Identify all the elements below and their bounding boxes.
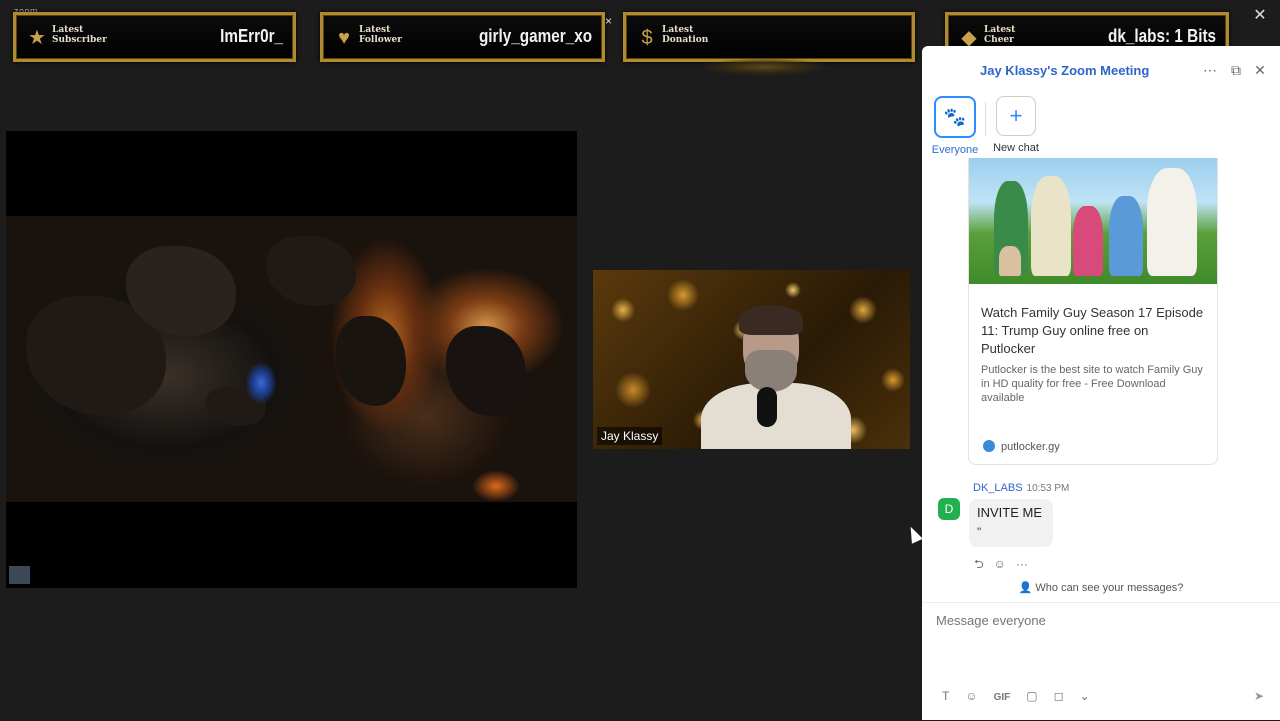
link-preview-card[interactable]: Watch Family Guy Season 17 Episode 11: T… — [968, 158, 1218, 465]
message-composer: T ☺ GIF ▢ ◻ ⌄ ➤ — [922, 602, 1280, 721]
panel-label: Latest Subscriber — [52, 25, 107, 45]
more-icon[interactable]: ⋯ — [1202, 62, 1218, 79]
quote-mark: " — [977, 525, 982, 539]
message-actions: ⮌ ☺ ··· — [974, 555, 1038, 576]
link-preview-description: Putlocker is the best site to watch Fami… — [981, 364, 1203, 404]
who-can-see-link[interactable]: 👤 Who can see your messages? — [922, 581, 1280, 594]
avatar[interactable]: D — [938, 498, 960, 520]
message-list[interactable]: Watch Family Guy Season 17 Episode 11: T… — [922, 158, 1280, 578]
channel-new-chat[interactable]: + New chat — [986, 96, 1046, 154]
participant-video-tile[interactable]: Jay Klassy — [593, 270, 910, 449]
screen-share-video[interactable] — [6, 131, 577, 588]
participant-name-tag: Jay Klassy — [597, 427, 663, 445]
latest-subscriber-panel: ★ Latest Subscriber ImErr0r_ — [13, 12, 296, 62]
chat-header: Jay Klassy's Zoom Meeting ⋯ ⧉ ✕ — [922, 46, 1280, 92]
gold-ornament — [700, 58, 830, 76]
file-icon[interactable]: ▢ — [1026, 689, 1037, 703]
screenshot-icon[interactable]: ◻ — [1054, 689, 1064, 703]
dollar-icon: $ — [641, 27, 653, 49]
emoji-reaction-icon[interactable]: ☺ — [994, 557, 1006, 571]
star-icon: ★ — [28, 27, 46, 49]
panel-label: Latest Cheer — [984, 25, 1016, 45]
more-actions-icon[interactable]: ··· — [1016, 557, 1028, 571]
panel-value: girly_gamer_xo — [478, 26, 592, 46]
popout-icon[interactable]: ⧉ — [1228, 62, 1244, 79]
paw-icon: 🐾 — [934, 96, 976, 138]
emoji-icon[interactable]: ☺ — [965, 689, 977, 703]
message-text: INVITE ME — [977, 505, 1043, 520]
plus-icon: + — [996, 96, 1036, 136]
globe-icon — [983, 440, 995, 452]
panel-value: dk_labs: 1 Bits — [1108, 26, 1216, 46]
latest-follower-panel: ♥ Latest Follower girly_gamer_xo — [320, 12, 605, 62]
format-text-icon[interactable]: T — [942, 689, 949, 703]
space-scene-image — [6, 216, 577, 502]
chevron-down-icon[interactable]: ⌄ — [1080, 689, 1090, 703]
panel-value: ImErr0r_ — [220, 26, 283, 46]
self-view-thumbnail[interactable] — [9, 566, 30, 584]
participant-image — [701, 305, 851, 449]
chat-title: Jay Klassy's Zoom Meeting — [980, 63, 1150, 78]
composer-toolbar: T ☺ GIF ▢ ◻ ⌄ — [942, 689, 1106, 703]
message-input[interactable] — [934, 609, 1268, 631]
overlay-close-icon[interactable]: × — [605, 14, 612, 28]
message-time: 10:53 PM — [1026, 483, 1070, 494]
heart-icon: ♥ — [338, 27, 350, 49]
panel-label: Latest Donation — [662, 25, 709, 45]
ship-glow — [246, 363, 276, 403]
site-domain: putlocker.gy — [1001, 441, 1060, 453]
link-preview-title[interactable]: Watch Family Guy Season 17 Episode 11: T… — [981, 304, 1206, 358]
window-close-button[interactable]: ✕ — [1252, 8, 1268, 24]
mouse-cursor — [905, 524, 923, 544]
channel-everyone[interactable]: 🐾 Everyone — [925, 96, 985, 156]
gif-button[interactable]: GIF — [994, 692, 1011, 703]
send-icon[interactable]: ➤ — [1254, 689, 1264, 703]
message-sender: DK_LABS 10:53 PM — [973, 482, 1069, 494]
sender-name[interactable]: DK_LABS — [973, 482, 1023, 494]
chat-panel: Jay Klassy's Zoom Meeting ⋯ ⧉ ✕ 🐾 Everyo… — [922, 46, 1280, 720]
latest-donation-panel: $ Latest Donation — [623, 12, 915, 62]
link-preview-image — [969, 158, 1217, 284]
message-bubble[interactable]: INVITE ME " — [969, 499, 1053, 547]
reply-icon[interactable]: ⮌ — [974, 557, 984, 571]
channel-label: New chat — [993, 142, 1039, 154]
channel-label: Everyone — [931, 144, 979, 156]
chat-close-icon[interactable]: ✕ — [1252, 62, 1268, 79]
who-can-see-text: Who can see your messages? — [1035, 582, 1184, 594]
link-preview-site[interactable]: putlocker.gy — [983, 440, 1060, 453]
person-lock-icon: 👤 — [1018, 582, 1036, 594]
panel-label: Latest Follower — [359, 25, 402, 45]
